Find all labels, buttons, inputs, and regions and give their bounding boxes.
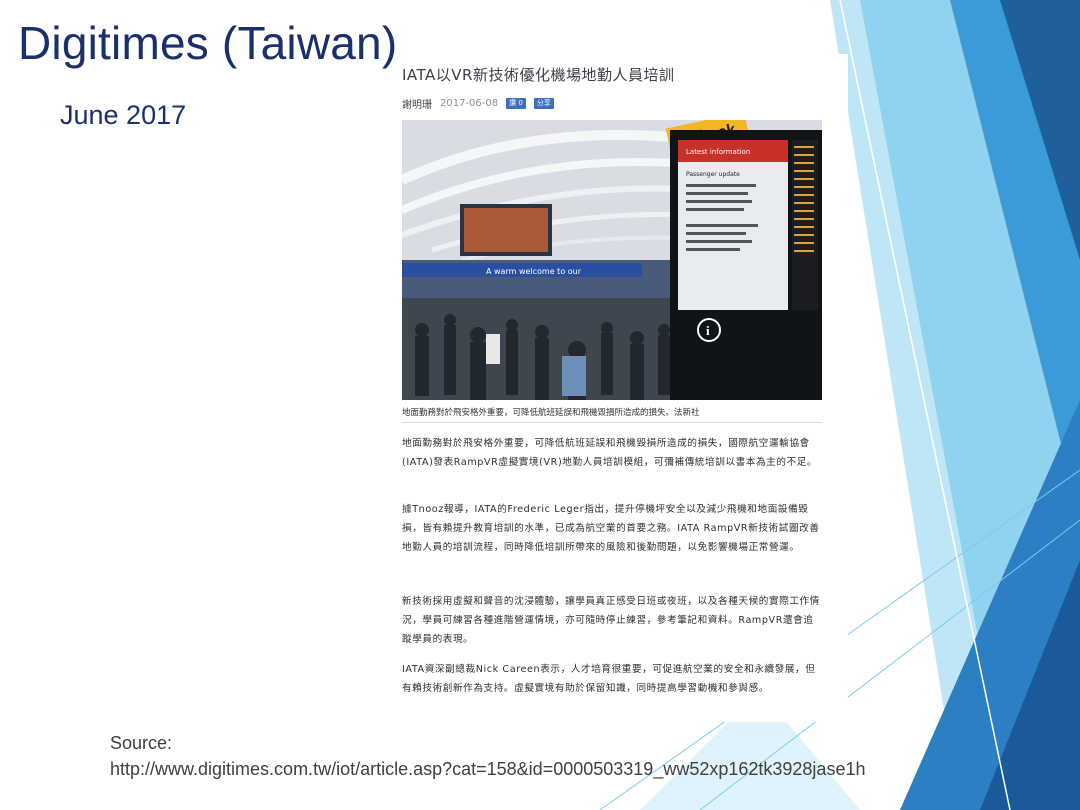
share-button[interactable]: 分享	[533, 97, 554, 109]
board-header: Latest information	[686, 148, 750, 156]
article-photo: A warm welcome to our Check	[402, 120, 822, 400]
svg-text:i: i	[706, 323, 710, 338]
article-byline: 謝明珊 2017-06-08 讚 0 分享	[402, 96, 554, 111]
photo-caption: 地面勤務對於飛安格外重要，可降低航班延誤和飛機毀損所造成的損失。法新社	[402, 406, 822, 423]
slide-date: June 2017	[60, 100, 187, 130]
article-author: 謝明珊	[402, 99, 432, 111]
board-title: Passenger update	[686, 171, 740, 178]
article-paragraph-4: IATA資深副總裁Nick Careen表示，人才培育很重要，可促進航空業的安全…	[402, 664, 816, 694]
banner-text: A warm welcome to our	[486, 267, 582, 276]
like-button[interactable]: 讚 0	[506, 97, 526, 109]
source-url[interactable]: http://www.digitimes.com.tw/iot/article.…	[110, 757, 870, 781]
article-paragraph-1: 地面勤務對於飛安格外重要，可降低航班延誤和飛機毀損所造成的損失，國際航空運輸協會…	[402, 438, 818, 468]
article-date: 2017-06-08	[440, 97, 499, 109]
slide-title: Digitimes (Taiwan)	[18, 17, 398, 69]
article-paragraph-2: 據Tnooz報導，IATA的Frederic Leger指出，提升停機坪安全以及…	[402, 504, 820, 553]
article-headline: IATA以VR新技術優化機場地勤人員培訓	[402, 66, 675, 84]
article-paragraph-3: 新技術採用虛擬和聲音的沈浸體驗，讓學員真正感受日班或夜班，以及各種天候的實際工作…	[402, 596, 820, 645]
source-label: Source:	[110, 733, 173, 753]
article-clipping: IATA以VR新技術優化機場地勤人員培訓 謝明珊 2017-06-08 讚 0 …	[394, 54, 848, 722]
